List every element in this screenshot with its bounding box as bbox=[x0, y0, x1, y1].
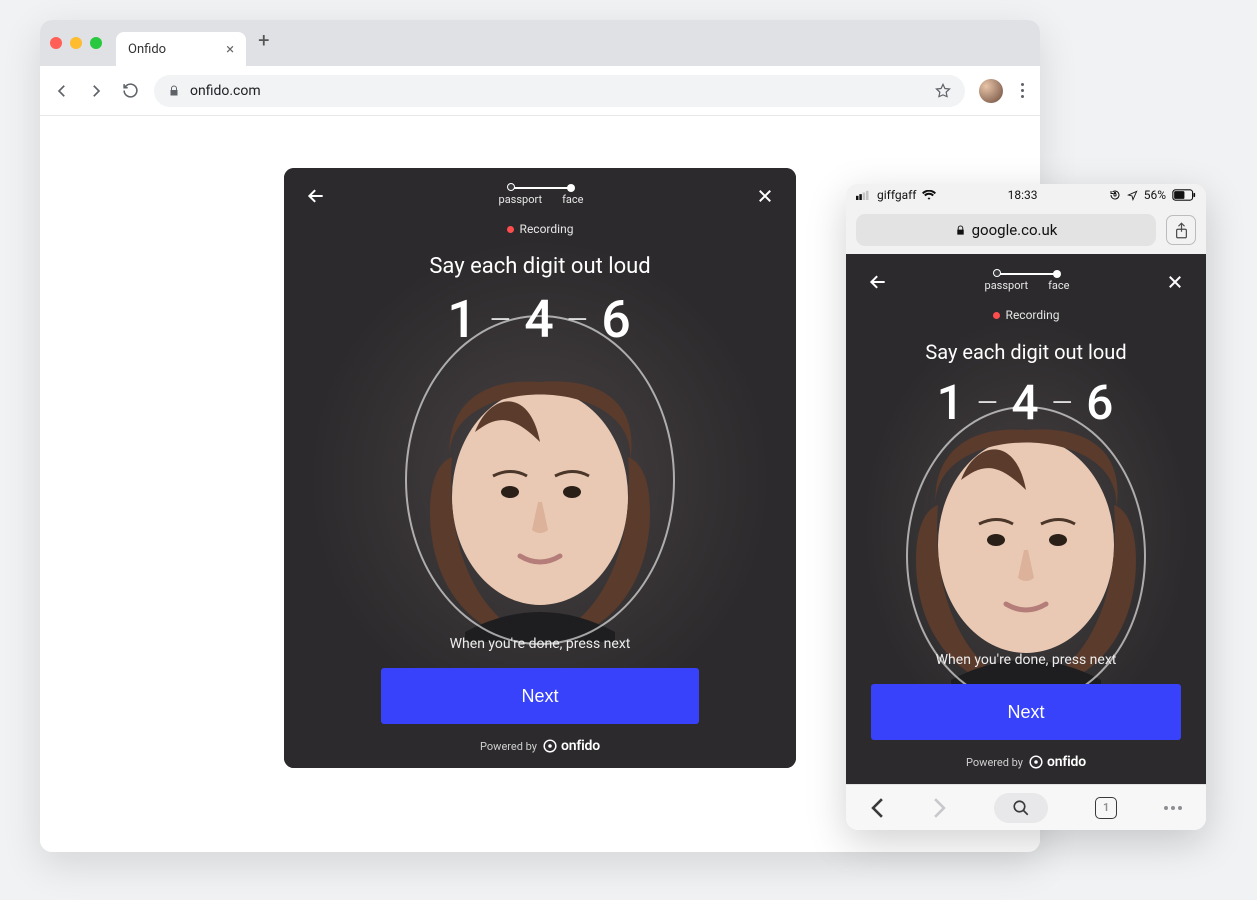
digit-2: 4 bbox=[1011, 374, 1040, 431]
onfido-widget-mobile: passport face Recording Say each digit o… bbox=[846, 254, 1206, 784]
onfido-logo: onfido bbox=[543, 738, 600, 754]
share-button[interactable] bbox=[1166, 215, 1196, 245]
instruction-text: Say each digit out loud bbox=[925, 340, 1126, 364]
digit-1: 1 bbox=[447, 289, 479, 350]
widget-back-button[interactable] bbox=[306, 186, 326, 206]
digit-1: 1 bbox=[937, 374, 966, 431]
mobile-url-text: google.co.uk bbox=[972, 221, 1058, 239]
url-text: onfido.com bbox=[190, 83, 261, 99]
mobile-device: giffgaff 18:33 56% google.co.uk bbox=[846, 184, 1206, 830]
widget-back-button[interactable] bbox=[868, 272, 888, 292]
widget-close-button[interactable] bbox=[756, 187, 774, 205]
safari-more-button[interactable] bbox=[1164, 806, 1182, 810]
browser-address-bar: onfido.com bbox=[40, 66, 1040, 116]
status-time: 18:33 bbox=[1008, 188, 1038, 202]
ios-bottom-toolbar: 1 bbox=[846, 784, 1206, 830]
challenge-digits: 1 – 4 – 6 bbox=[937, 374, 1116, 431]
maximize-window-icon[interactable] bbox=[90, 37, 102, 49]
instruction-text: Say each digit out loud bbox=[429, 254, 650, 279]
stepper-step-face: face bbox=[562, 193, 583, 206]
safari-forward-button[interactable] bbox=[932, 797, 947, 819]
carrier-name: giffgaff bbox=[877, 188, 916, 202]
mobile-url-field[interactable]: google.co.uk bbox=[856, 214, 1156, 246]
url-field[interactable]: onfido.com bbox=[154, 75, 965, 107]
location-icon bbox=[1127, 190, 1138, 201]
safari-tabs-button[interactable]: 1 bbox=[1095, 797, 1117, 819]
orientation-lock-icon bbox=[1109, 189, 1121, 201]
challenge-digits: 1 – 4 – 6 bbox=[447, 289, 633, 350]
stepper-step-passport: passport bbox=[499, 193, 543, 206]
cellular-signal-icon bbox=[856, 190, 871, 200]
progress-stepper: passport face bbox=[499, 187, 584, 206]
safari-search-button[interactable] bbox=[994, 793, 1048, 823]
minimize-window-icon[interactable] bbox=[70, 37, 82, 49]
tab-title: Onfido bbox=[128, 42, 166, 57]
recording-indicator: Recording bbox=[993, 308, 1060, 322]
lock-icon bbox=[168, 85, 180, 97]
digit-3: 6 bbox=[601, 289, 633, 350]
browser-menu-icon[interactable] bbox=[1017, 79, 1028, 102]
back-button[interactable] bbox=[52, 81, 72, 101]
battery-icon bbox=[1172, 189, 1196, 201]
digit-2: 4 bbox=[524, 289, 556, 350]
browser-tab[interactable]: Onfido × bbox=[116, 32, 246, 66]
onfido-logo: onfido bbox=[1029, 754, 1086, 770]
done-hint: When you're done, press next bbox=[450, 636, 631, 652]
done-hint: When you're done, press next bbox=[936, 652, 1117, 668]
wifi-icon bbox=[922, 190, 936, 201]
powered-by: Powered by onfido bbox=[480, 738, 600, 754]
onfido-widget: passport face Recording Say each digit o… bbox=[284, 168, 796, 768]
share-icon bbox=[1174, 222, 1189, 239]
recording-label: Recording bbox=[1006, 308, 1060, 322]
close-tab-icon[interactable]: × bbox=[226, 40, 234, 58]
profile-avatar[interactable] bbox=[979, 79, 1003, 103]
next-button[interactable]: Next bbox=[381, 668, 698, 724]
face-oval-guide bbox=[405, 315, 675, 645]
search-icon bbox=[1012, 799, 1030, 817]
reload-button[interactable] bbox=[120, 81, 140, 101]
battery-percentage: 56% bbox=[1144, 188, 1166, 202]
stepper-step-passport: passport bbox=[985, 279, 1029, 292]
lock-icon bbox=[955, 225, 966, 236]
recording-indicator: Recording bbox=[507, 222, 574, 236]
recording-label: Recording bbox=[520, 222, 574, 236]
bookmark-star-icon[interactable] bbox=[935, 83, 951, 99]
next-button[interactable]: Next bbox=[871, 684, 1181, 740]
onfido-mark-icon bbox=[1029, 755, 1043, 769]
onfido-mark-icon bbox=[543, 739, 557, 753]
ios-url-bar: google.co.uk bbox=[846, 206, 1206, 254]
digit-3: 6 bbox=[1086, 374, 1115, 431]
powered-by: Powered by onfido bbox=[966, 754, 1086, 770]
recording-dot-icon bbox=[993, 312, 1000, 319]
ios-status-bar: giffgaff 18:33 56% bbox=[846, 184, 1206, 206]
stepper-step-face: face bbox=[1048, 279, 1069, 292]
recording-dot-icon bbox=[507, 226, 514, 233]
safari-back-button[interactable] bbox=[870, 797, 885, 819]
safari-tab-count: 1 bbox=[1103, 801, 1109, 814]
widget-close-button[interactable] bbox=[1166, 273, 1184, 291]
close-window-icon[interactable] bbox=[50, 37, 62, 49]
forward-button[interactable] bbox=[86, 81, 106, 101]
progress-stepper: passport face bbox=[985, 273, 1070, 292]
browser-tab-strip: Onfido × + bbox=[40, 20, 1040, 66]
new-tab-button[interactable]: + bbox=[258, 28, 269, 58]
window-controls[interactable] bbox=[50, 37, 102, 49]
